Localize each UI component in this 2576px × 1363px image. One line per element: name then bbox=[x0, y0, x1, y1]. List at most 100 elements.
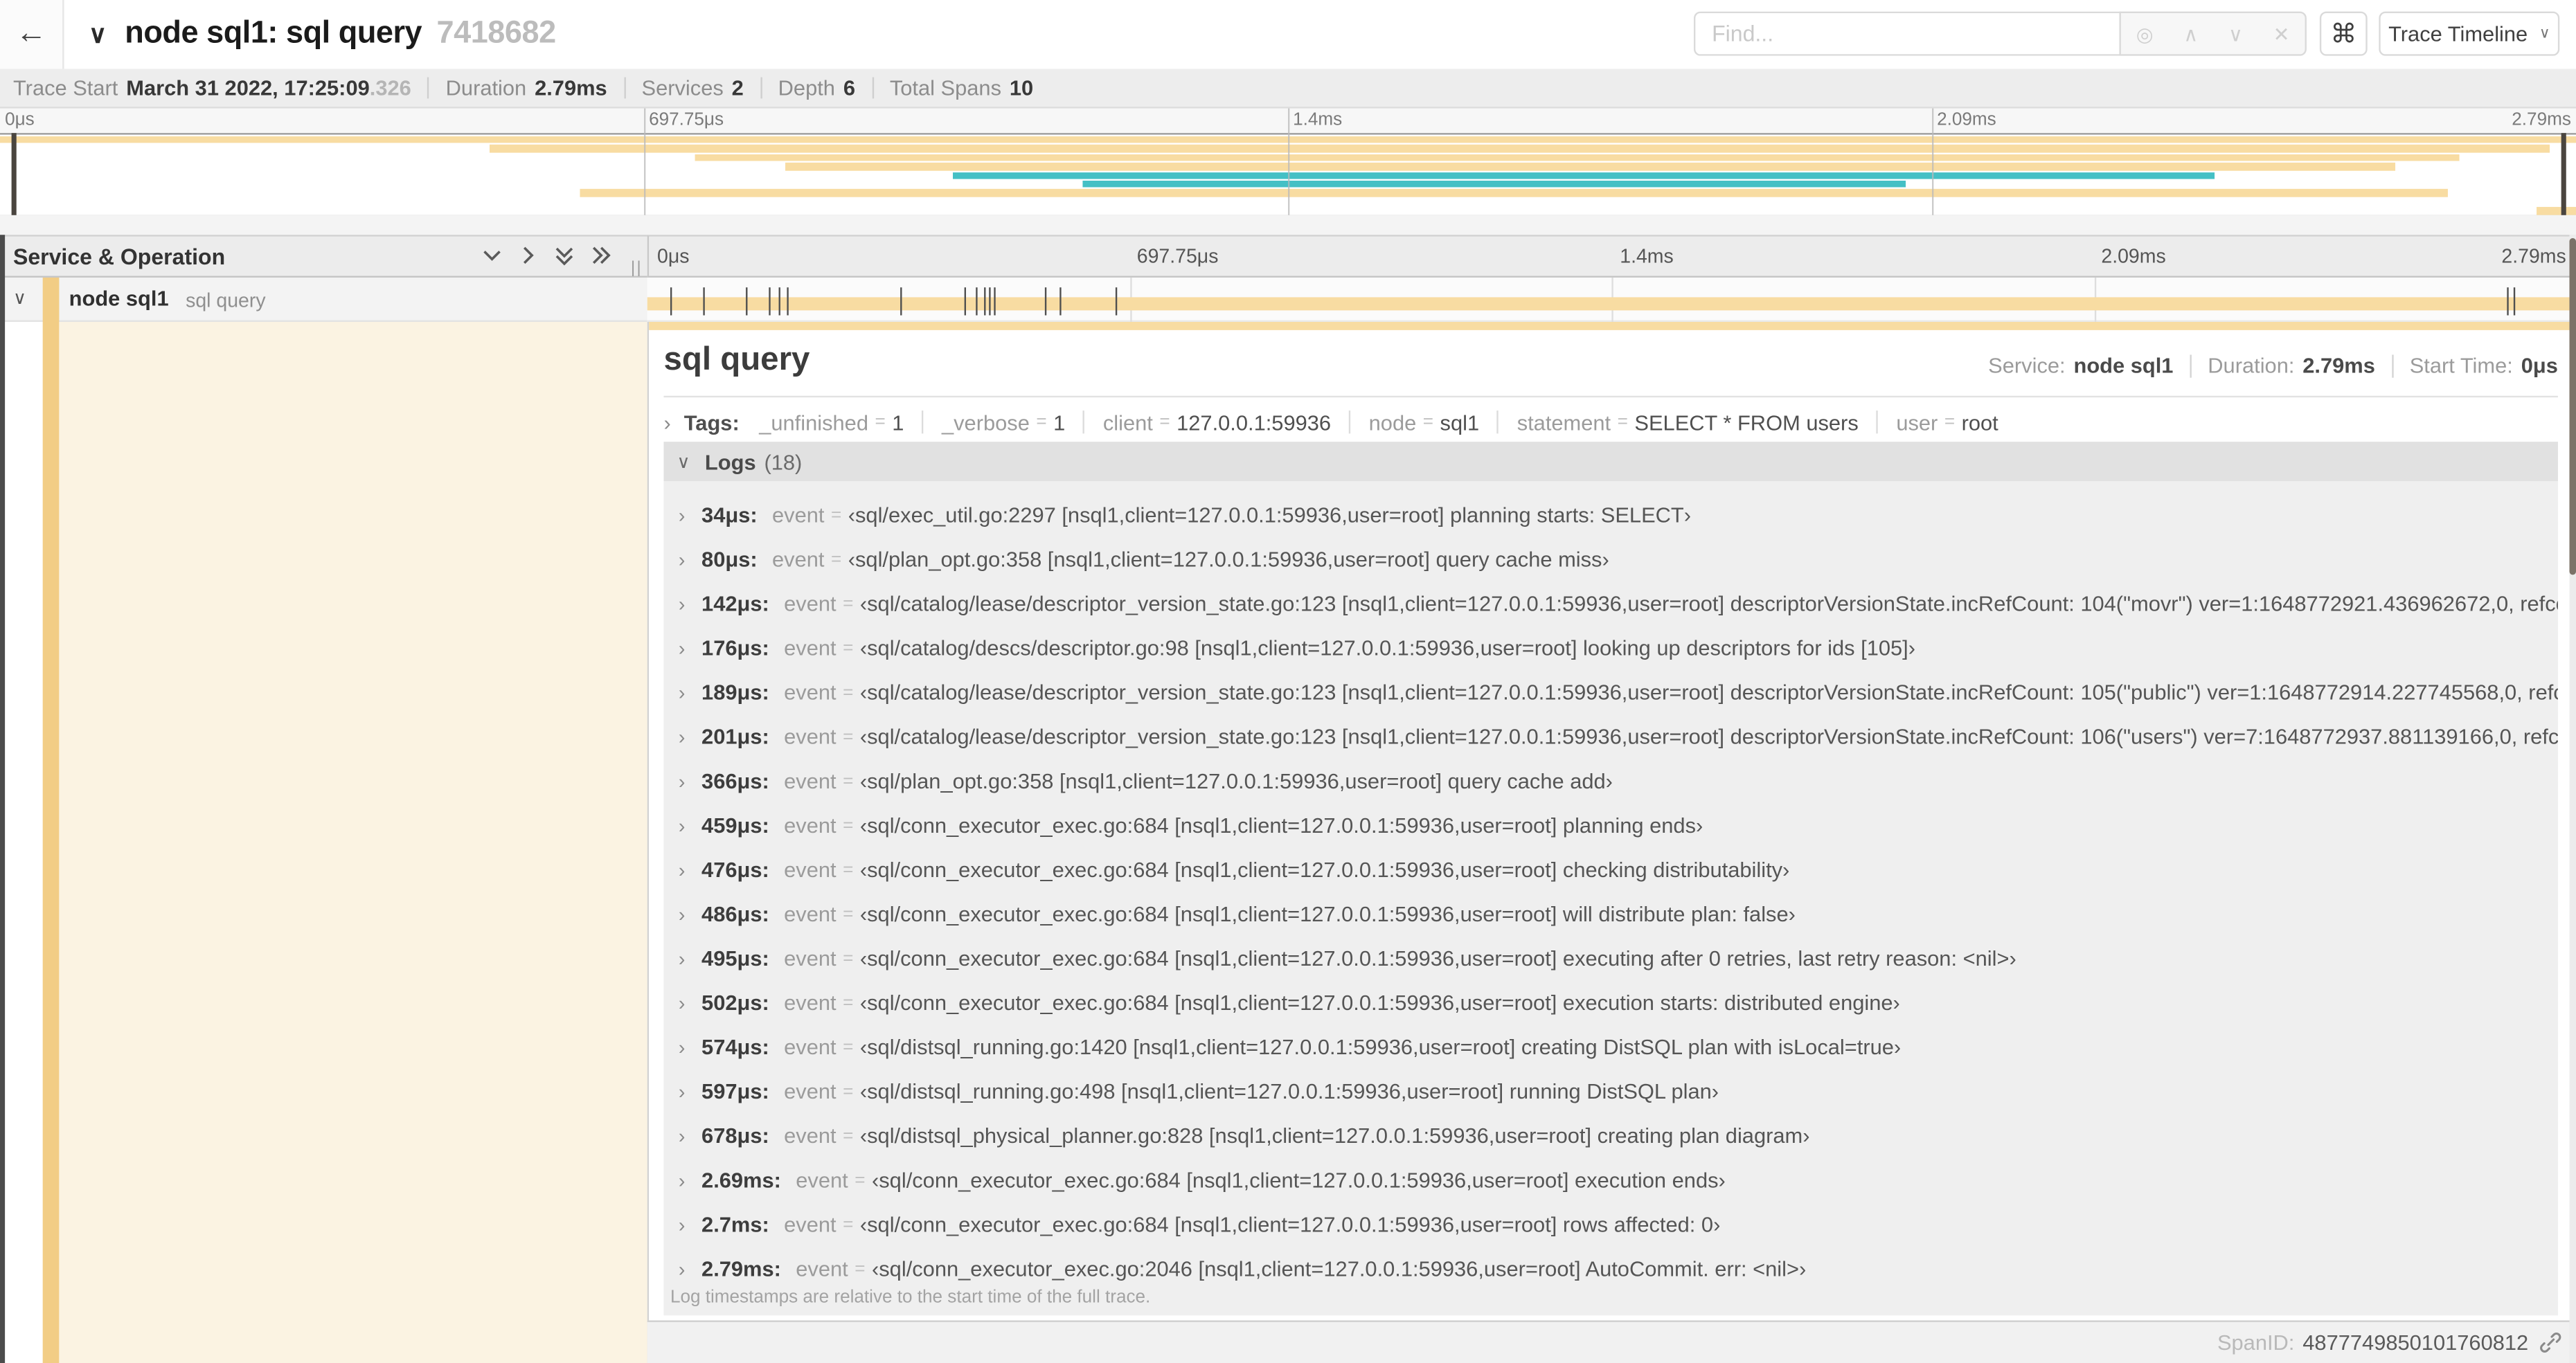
log-value: ‹sql/exec_util.go:2297 [nsql1,client=127… bbox=[848, 502, 1692, 527]
tag-equals: = bbox=[875, 412, 886, 432]
log-value: ‹sql/conn_executor_exec.go:2046 [nsql1,c… bbox=[871, 1256, 1807, 1281]
chevron-right-icon[interactable]: › bbox=[679, 725, 685, 748]
log-tick-mark bbox=[702, 286, 704, 315]
log-equals: = bbox=[843, 1081, 854, 1101]
log-field-key: event bbox=[784, 1211, 837, 1237]
detail-meta-value: 0μs bbox=[2521, 353, 2558, 378]
log-field-key: event bbox=[784, 768, 837, 793]
collapse-all-icon[interactable] bbox=[554, 244, 575, 266]
expand-one-icon[interactable] bbox=[517, 244, 539, 266]
logs-note: Log timestamps are relative to the start… bbox=[670, 1287, 1151, 1308]
log-row[interactable]: › 80μs: event = ‹sql/plan_opt.go:358 [nsql1,… bbox=[663, 537, 2557, 581]
chevron-right-icon[interactable]: › bbox=[679, 1213, 685, 1236]
locate-icon[interactable]: ◎ bbox=[2136, 24, 2154, 43]
log-row[interactable]: › 366μs: event = ‹sql/plan_opt.go:358 [nsql1… bbox=[663, 759, 2557, 803]
log-row[interactable]: › 2.7ms: event = ‹sql/conn_executor_exec.go:… bbox=[663, 1202, 2557, 1247]
chevron-down-icon[interactable]: ∨ bbox=[13, 287, 26, 309]
log-row[interactable]: › 486μs: event = ‹sql/conn_executor_exec.go:… bbox=[663, 892, 2557, 936]
log-row[interactable]: › 459μs: event = ‹sql/conn_executor_exec.go:… bbox=[663, 803, 2557, 847]
span-tree-offset[interactable] bbox=[58, 321, 647, 1363]
log-row[interactable]: › 678μs: event = ‹sql/distsql_physical_plann… bbox=[663, 1114, 2557, 1158]
log-row[interactable]: › 574μs: event = ‹sql/distsql_running.go:142… bbox=[663, 1024, 2557, 1069]
chevron-right-icon[interactable]: › bbox=[679, 1257, 685, 1280]
chevron-right-icon[interactable]: › bbox=[679, 1168, 685, 1191]
log-row[interactable]: › 34μs: event = ‹sql/exec_util.go:2297 [nsql… bbox=[663, 493, 2557, 537]
log-row[interactable]: › 502μs: event = ‹sql/conn_executor_exec.go:… bbox=[663, 980, 2557, 1024]
tag-key: statement bbox=[1517, 409, 1611, 435]
column-resizer-grip[interactable]: || bbox=[631, 260, 643, 278]
log-equals: = bbox=[843, 593, 854, 614]
log-timestamp: 459μs: bbox=[701, 813, 769, 838]
divider bbox=[663, 395, 2558, 398]
log-row[interactable]: › 476μs: event = ‹sql/conn_executor_exec.go:… bbox=[663, 847, 2557, 892]
chevron-right-icon[interactable]: › bbox=[679, 680, 685, 703]
back-button[interactable]: ← bbox=[0, 0, 64, 69]
clear-search-icon[interactable]: ✕ bbox=[2273, 24, 2290, 43]
log-row[interactable]: › 201μs: event = ‹sql/catalog/lease/descript… bbox=[663, 714, 2558, 759]
chevron-right-icon[interactable]: › bbox=[679, 1036, 685, 1058]
trace-stat-value: 6 bbox=[843, 75, 856, 100]
keyboard-shortcuts-button[interactable]: ⌘ bbox=[2319, 11, 2368, 56]
log-rows: › 34μs: event = ‹sql/exec_util.go:2297 [nsql… bbox=[663, 493, 2558, 1291]
chevron-right-icon[interactable]: › bbox=[679, 503, 685, 526]
chevron-right-icon[interactable]: › bbox=[679, 769, 685, 792]
log-tick-mark bbox=[670, 286, 673, 315]
trace-stat: Services 2 bbox=[642, 75, 744, 100]
collapse-one-icon[interactable] bbox=[481, 244, 503, 266]
span-duration-bar[interactable] bbox=[647, 296, 2576, 311]
service-operation-title: Service & Operation bbox=[12, 244, 226, 270]
trace-stat-suffix: .326 bbox=[369, 75, 411, 100]
trace-timeline-page: ← ∨ node sql1: sql query7418682 ◎ ∧ ∨ ✕ … bbox=[0, 0, 2576, 1363]
prev-result-icon[interactable]: ∧ bbox=[2183, 24, 2198, 43]
log-value: ‹sql/plan_opt.go:358 [nsql1,client=127.0… bbox=[848, 547, 1609, 572]
log-tick-mark bbox=[989, 286, 992, 315]
log-equals: = bbox=[843, 638, 854, 658]
chevron-right-icon[interactable]: › bbox=[679, 814, 685, 837]
log-row[interactable]: › 495μs: event = ‹sql/conn_executor_exec.go:… bbox=[663, 936, 2557, 980]
log-row[interactable]: › 2.79ms: event = ‹sql/conn_executor_exec.go… bbox=[663, 1247, 2557, 1291]
log-value: ‹sql/conn_executor_exec.go:684 [nsql1,cl… bbox=[859, 946, 2016, 971]
log-equals: = bbox=[843, 770, 854, 791]
deep-link-icon[interactable] bbox=[2540, 1332, 2561, 1353]
log-equals: = bbox=[843, 1214, 854, 1234]
expand-all-icon[interactable] bbox=[590, 244, 611, 266]
log-timestamp: 366μs: bbox=[701, 768, 769, 793]
find-input[interactable] bbox=[1693, 11, 2121, 56]
trace-collapse-toggle[interactable]: ∨ bbox=[89, 0, 107, 69]
span-row-service[interactable]: ∨ node sql1 sql query bbox=[0, 277, 647, 322]
vertical-scrollbar-thumb[interactable] bbox=[2568, 238, 2576, 575]
chevron-right-icon[interactable]: › bbox=[679, 903, 685, 926]
log-row[interactable]: › 176μs: event = ‹sql/catalog/descs/descript… bbox=[663, 626, 2557, 670]
tag-key: _verbose bbox=[941, 409, 1030, 435]
minimap-right-scrubber[interactable] bbox=[2561, 133, 2566, 217]
log-row[interactable]: › 597μs: event = ‹sql/distsql_running.go:498… bbox=[663, 1069, 2557, 1113]
log-equals: = bbox=[843, 1037, 854, 1057]
command-icon: ⌘ bbox=[2330, 20, 2357, 48]
log-tick-mark bbox=[964, 286, 967, 315]
minimap-left-scrubber[interactable] bbox=[11, 133, 17, 217]
next-result-icon[interactable]: ∨ bbox=[2228, 24, 2243, 43]
chevron-right-icon[interactable]: › bbox=[679, 1080, 685, 1103]
chevron-right-icon[interactable]: › bbox=[679, 592, 685, 615]
log-value: ‹sql/catalog/lease/descriptor_version_st… bbox=[859, 724, 2558, 749]
minimap-span-bar bbox=[489, 145, 2550, 152]
log-row[interactable]: › 2.69ms: event = ‹sql/conn_executor_exec.go… bbox=[663, 1158, 2557, 1202]
log-row[interactable]: › 189μs: event = ‹sql/catalog/lease/descript… bbox=[663, 670, 2558, 714]
view-selector-button[interactable]: Trace Timeline ∨ bbox=[2379, 11, 2560, 56]
log-tick-mark bbox=[786, 286, 788, 315]
log-field-key: event bbox=[784, 635, 837, 660]
chevron-right-icon[interactable]: › bbox=[679, 858, 685, 881]
log-tick-mark bbox=[1044, 286, 1046, 315]
service-operation-header: Service & Operation bbox=[0, 235, 647, 278]
tag-value: 127.0.0.1:59936 bbox=[1177, 409, 1332, 435]
log-row[interactable]: › 142μs: event = ‹sql/catalog/lease/descript… bbox=[663, 581, 2558, 626]
chevron-right-icon[interactable]: › bbox=[679, 947, 685, 970]
span-row-bar-area[interactable] bbox=[647, 277, 2576, 322]
chevron-right-icon[interactable]: › bbox=[679, 1124, 685, 1147]
tag-key: node bbox=[1368, 409, 1417, 435]
logs-header[interactable]: ∨ Logs (18) bbox=[663, 442, 2558, 482]
chevron-right-icon[interactable]: › bbox=[679, 636, 685, 659]
chevron-right-icon[interactable]: › bbox=[679, 991, 685, 1014]
chevron-right-icon[interactable]: › bbox=[679, 548, 685, 570]
tags-row[interactable]: › Tags: _unfinished = 1 _verbose = 1 client = 127.… bbox=[663, 406, 2557, 438]
